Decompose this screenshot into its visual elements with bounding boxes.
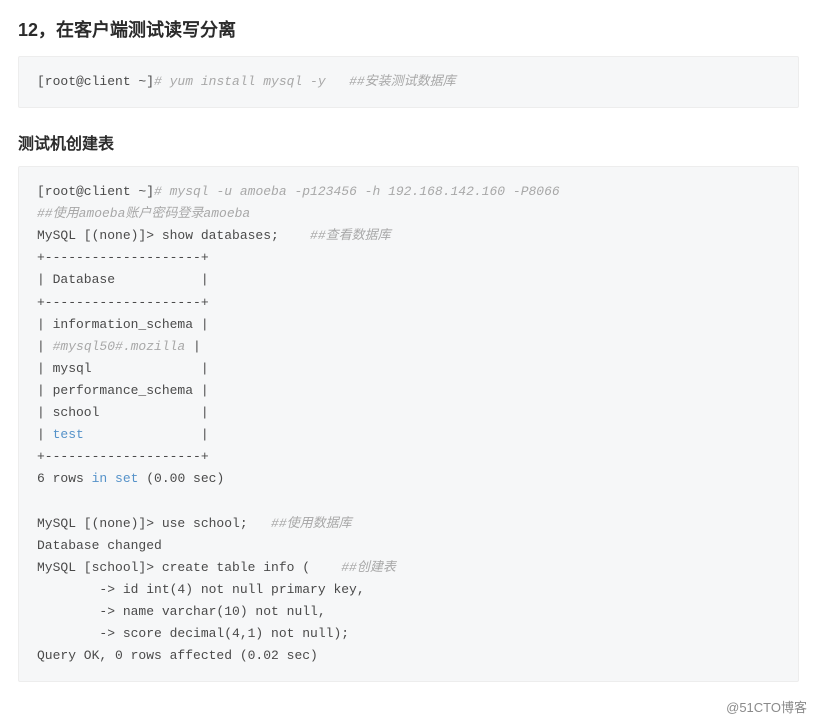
mysql-line: | — [185, 339, 201, 354]
mysql-line: | — [84, 427, 209, 442]
shell-cn-comment: ##查看数据库 — [310, 228, 391, 243]
mysql-line: +--------------------+ — [37, 449, 209, 464]
watermark-text: @51CTO博客 — [726, 697, 807, 716]
code-block-mysql-session: [root@client ~]# mysql -u amoeba -p12345… — [18, 166, 799, 682]
mysql-line: -> id int(4) not null primary key, — [37, 582, 365, 597]
mysql-line: | mysql | — [37, 361, 209, 376]
mysql-line: MySQL [school]> create table info ( — [37, 560, 341, 575]
shell-prompt: [root@client ~] — [37, 184, 154, 199]
mysql-db-test: test — [53, 427, 84, 442]
code-block-install-mysql: [root@client ~]# yum install mysql -y ##… — [18, 56, 799, 108]
mysql-line: -> name varchar(10) not null, — [37, 604, 326, 619]
shell-cn-comment: ##安装测试数据库 — [349, 74, 456, 89]
mysql-line: MySQL [(none)]> show databases; — [37, 228, 310, 243]
shell-cn-comment: ##使用amoeba账户密码登录amoeba — [37, 206, 250, 221]
shell-cn-comment: ##使用数据库 — [271, 516, 352, 531]
mysql-comment: #mysql50#.mozilla — [53, 339, 186, 354]
sub-heading-create-table: 测试机创建表 — [18, 130, 799, 154]
section-heading-12: 12，在客户端测试读写分离 — [18, 16, 799, 42]
mysql-line: | school | — [37, 405, 209, 420]
mysql-line: | Database | — [37, 272, 209, 287]
shell-comment: # mysql -u amoeba -p123456 -h 192.168.14… — [154, 184, 560, 199]
shell-command-comment: # yum install mysql -y — [154, 74, 349, 89]
mysql-kw-in: in — [92, 471, 108, 486]
mysql-line: +--------------------+ — [37, 295, 209, 310]
mysql-line: Database changed — [37, 538, 162, 553]
shell-prompt: [root@client ~] — [37, 74, 154, 89]
mysql-line: | performance_schema | — [37, 383, 209, 398]
mysql-line: (0.00 sec) — [138, 471, 224, 486]
mysql-line: +--------------------+ — [37, 250, 209, 265]
mysql-line: MySQL [(none)]> use school; — [37, 516, 271, 531]
mysql-line: | — [37, 339, 53, 354]
page-container: 12，在客户端测试读写分离 [root@client ~]# yum insta… — [0, 0, 817, 722]
mysql-line: | information_schema | — [37, 317, 209, 332]
shell-cn-comment: ##创建表 — [341, 560, 396, 575]
mysql-kw-set: set — [115, 471, 138, 486]
mysql-line: Query OK, 0 rows affected (0.02 sec) — [37, 648, 318, 663]
mysql-line: | — [37, 427, 53, 442]
mysql-line: 6 rows — [37, 471, 92, 486]
mysql-line: -> score decimal(4,1) not null); — [37, 626, 349, 641]
mysql-line — [107, 471, 115, 486]
